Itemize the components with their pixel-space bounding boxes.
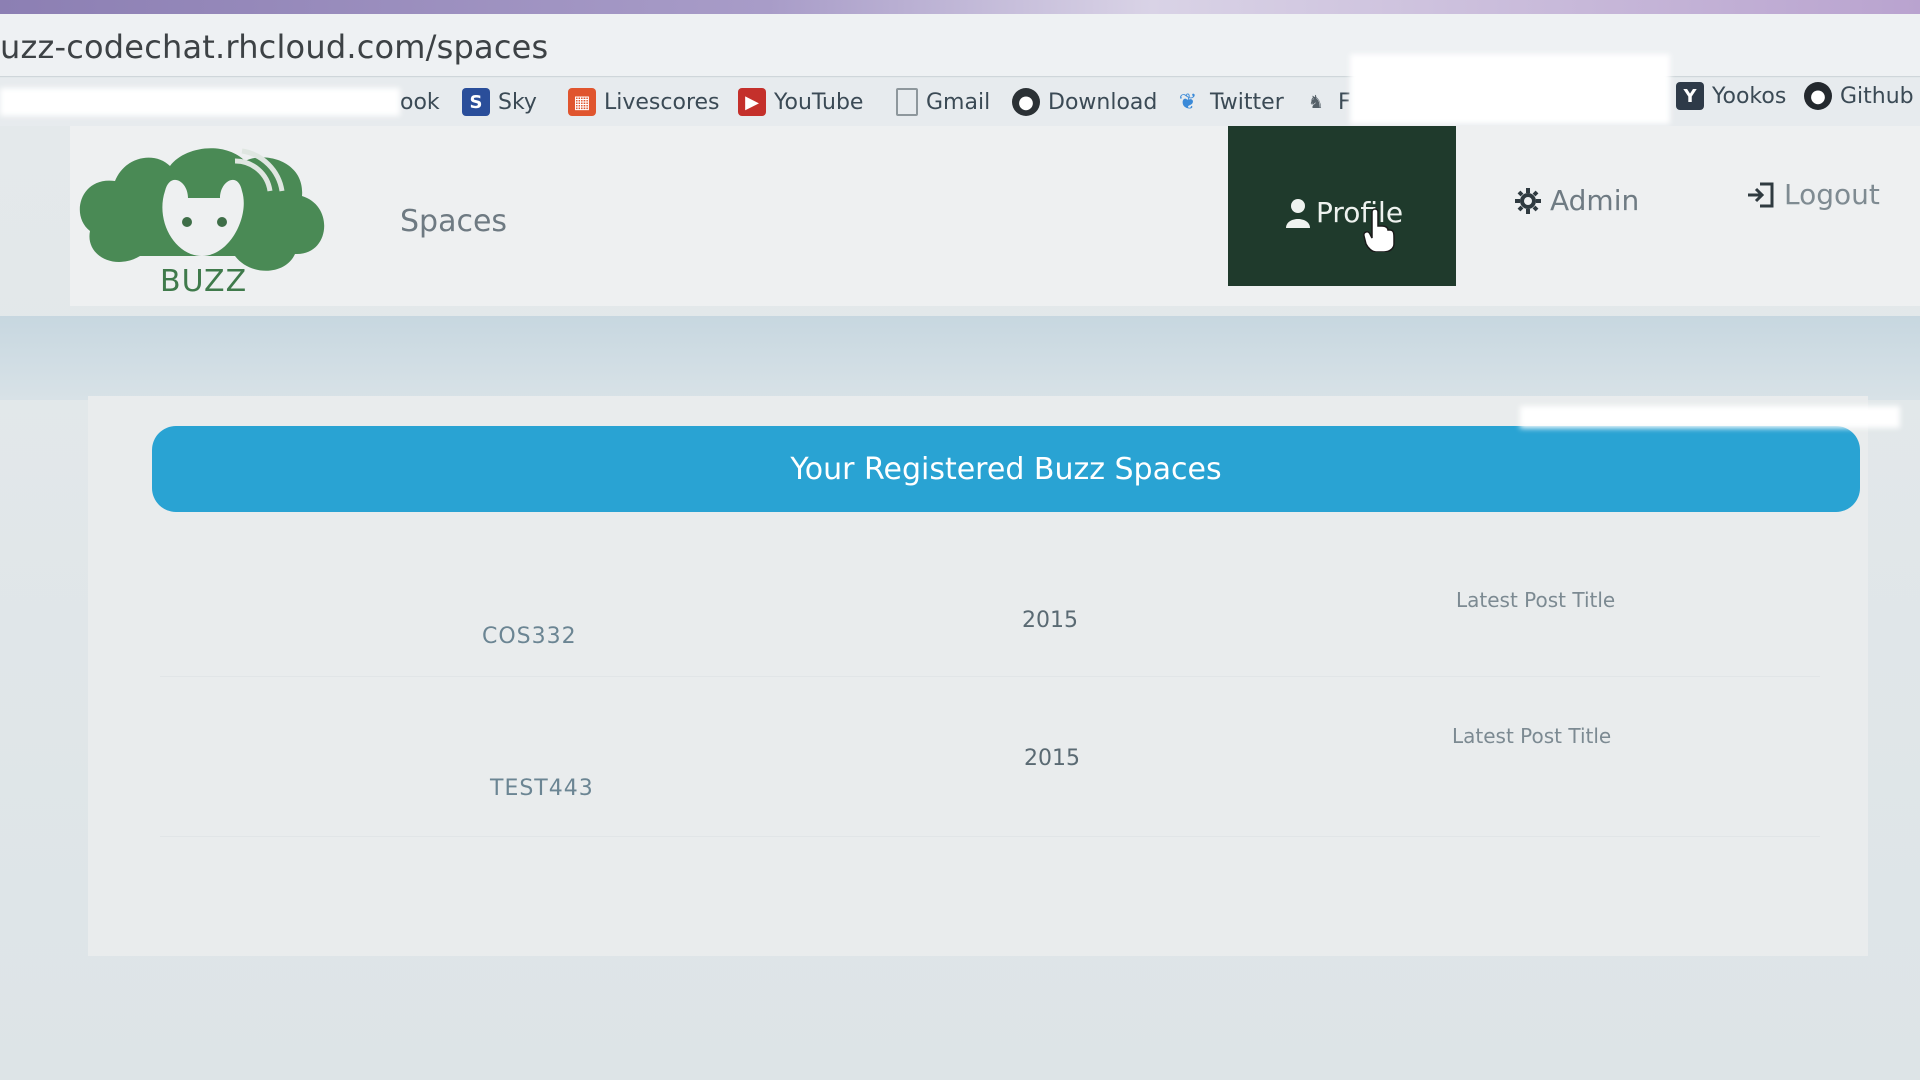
livescores-icon: ▦: [568, 88, 596, 116]
bookmark-label: Livescores: [604, 89, 720, 115]
bunny-icon: ♞: [1307, 91, 1325, 113]
nav-spaces-link[interactable]: Spaces: [400, 204, 507, 239]
space-name[interactable]: TEST443: [490, 776, 594, 801]
user-icon: [1286, 198, 1310, 228]
header-band: [0, 316, 1920, 400]
bookmark-label: F: [1338, 89, 1351, 115]
bookmark-label: Github: [1840, 83, 1914, 109]
redacted-area: [1350, 54, 1670, 124]
bookmark-label: YouTube: [774, 89, 864, 115]
nav-admin-link[interactable]: Admin: [1514, 184, 1639, 217]
document-icon: [896, 88, 918, 116]
latest-post-title[interactable]: Latest Post Title: [1456, 588, 1615, 612]
hand-cursor-icon: [1363, 208, 1395, 252]
bookmark-download[interactable]: ● Download: [1012, 86, 1157, 118]
url-text[interactable]: uzz-codechat.rhcloud.com/spaces: [0, 28, 548, 66]
spaces-heading: Your Registered Buzz Spaces: [790, 451, 1222, 487]
navbar: [70, 126, 1920, 306]
yookos-icon: Y: [1676, 82, 1704, 110]
bookmark-sky[interactable]: S Sky: [462, 86, 537, 118]
space-name[interactable]: COS332: [482, 624, 577, 649]
download-icon: ●: [1012, 88, 1040, 116]
nav-admin-label: Admin: [1550, 184, 1640, 217]
nav-profile-link[interactable]: Profile: [1228, 126, 1456, 286]
bookmark-label: Sky: [498, 89, 537, 115]
logo-text: BUZZ: [160, 264, 248, 299]
bookmark-item[interactable]: ook: [400, 86, 440, 118]
space-year: 2015: [1022, 608, 1078, 633]
bookmark-youtube[interactable]: ▶ YouTube: [738, 86, 863, 118]
bookmark-livescores[interactable]: ▦ Livescores: [568, 86, 720, 118]
bookmark-label: Yookos: [1712, 83, 1787, 109]
bookmark-twitter[interactable]: ❦ Twitter: [1174, 86, 1284, 118]
bookmark-gmail[interactable]: Gmail: [896, 86, 990, 118]
bookmark-label: ook: [400, 89, 440, 115]
bookmark-github[interactable]: ● Github: [1804, 80, 1914, 112]
bookmark-label: Twitter: [1210, 89, 1284, 115]
table-row[interactable]: COS332 2015 Latest Post Title: [160, 546, 1820, 677]
skype-icon: S: [462, 88, 490, 116]
redacted-area: [1520, 406, 1900, 428]
page: BUZZ Spaces Profile Admin Logout Your Re…: [0, 126, 1920, 1080]
logout-icon: [1748, 182, 1774, 207]
github-icon: ●: [1804, 82, 1832, 110]
bookmark-label: Gmail: [926, 89, 991, 115]
bookmarks-bar: ook S Sky ▦ Livescores ▶ YouTube Gmail ●…: [0, 54, 1920, 127]
nav-logout-label: Logout: [1784, 178, 1880, 211]
bookmark-yookos[interactable]: Y Yookos: [1676, 80, 1786, 112]
window-title-strip: [0, 0, 1920, 14]
bookmark-f[interactable]: ♞ F: [1302, 86, 1351, 118]
bookmark-label: Download: [1048, 89, 1158, 115]
latest-post-title[interactable]: Latest Post Title: [1452, 724, 1611, 748]
nav-logout-link[interactable]: Logout: [1746, 178, 1880, 211]
spaces-heading-banner: Your Registered Buzz Spaces: [152, 426, 1860, 512]
buzz-logo[interactable]: BUZZ: [70, 136, 340, 306]
table-row[interactable]: TEST443 2015 Latest Post Title: [160, 706, 1820, 837]
space-year: 2015: [1024, 746, 1080, 771]
twitter-icon: ❦: [1178, 89, 1198, 115]
youtube-icon: ▶: [738, 88, 766, 116]
redacted-area: [0, 88, 400, 116]
gear-icon: [1515, 187, 1541, 214]
